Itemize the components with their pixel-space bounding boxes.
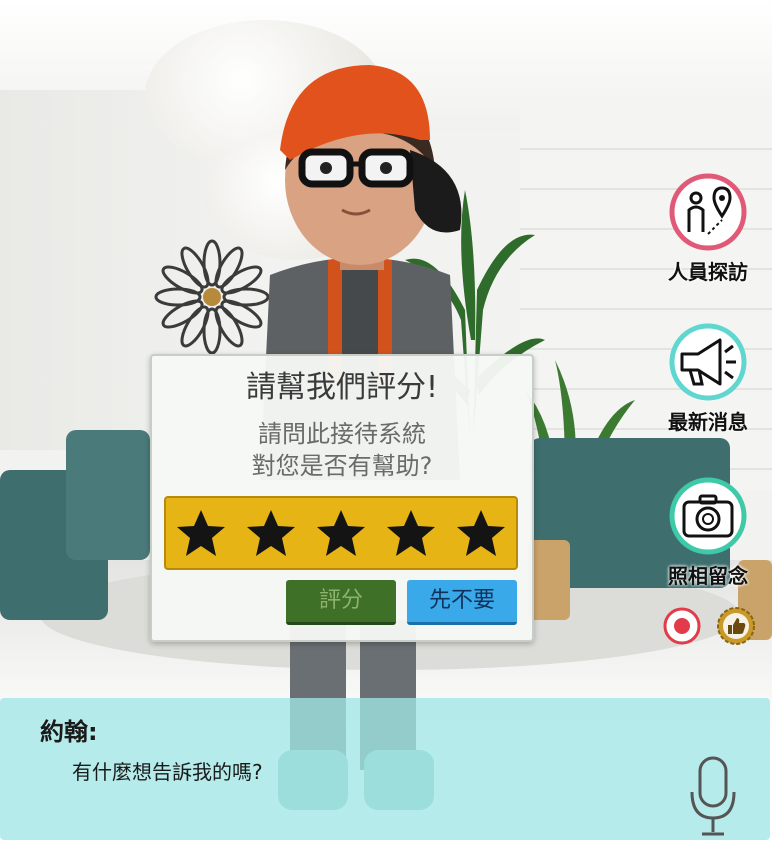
rate-button[interactable]: 評分	[286, 580, 396, 625]
person-location-icon	[669, 173, 747, 251]
star-5-icon[interactable]	[455, 507, 507, 559]
star-2-icon[interactable]	[245, 507, 297, 559]
dialog-title: 請幫我們評分!	[245, 370, 439, 405]
sofa	[66, 430, 150, 560]
question-line-1: 請問此接待系統	[258, 420, 426, 448]
megaphone-icon	[669, 323, 747, 401]
star-rating-bar	[164, 496, 518, 570]
visitor-search-button[interactable]: 人員探訪	[666, 172, 750, 286]
thumbs-up-badge-icon[interactable]	[716, 606, 756, 646]
chat-message: 有什麼想告訴我的嗎?	[72, 760, 263, 784]
speaker-name: 約翰:	[40, 718, 98, 746]
side-table	[528, 540, 570, 620]
skip-button[interactable]: 先不要	[407, 580, 517, 625]
star-1-icon[interactable]	[175, 507, 227, 559]
question-line-2: 對您是否有幫助?	[251, 452, 433, 480]
camera-icon	[669, 477, 747, 555]
record-icon[interactable]	[662, 606, 702, 646]
microphone-icon[interactable]	[688, 756, 738, 838]
chat-panel: 約翰: 有什麼想告訴我的嗎?	[0, 698, 770, 840]
star-3-icon[interactable]	[315, 507, 367, 559]
photo-label: 照相留念	[668, 564, 748, 588]
photo-button[interactable]: 照相留念	[666, 476, 750, 590]
star-4-icon[interactable]	[385, 507, 437, 559]
latest-news-button[interactable]: 最新消息	[666, 322, 750, 436]
latest-news-label: 最新消息	[668, 410, 748, 434]
dialog-question: 請問此接待系統 對您是否有幫助?	[152, 418, 532, 482]
visitor-search-label: 人員探訪	[668, 260, 748, 284]
rating-dialog: 請幫我們評分! 請問此接待系統 對您是否有幫助? 評分 先不要	[150, 354, 534, 642]
